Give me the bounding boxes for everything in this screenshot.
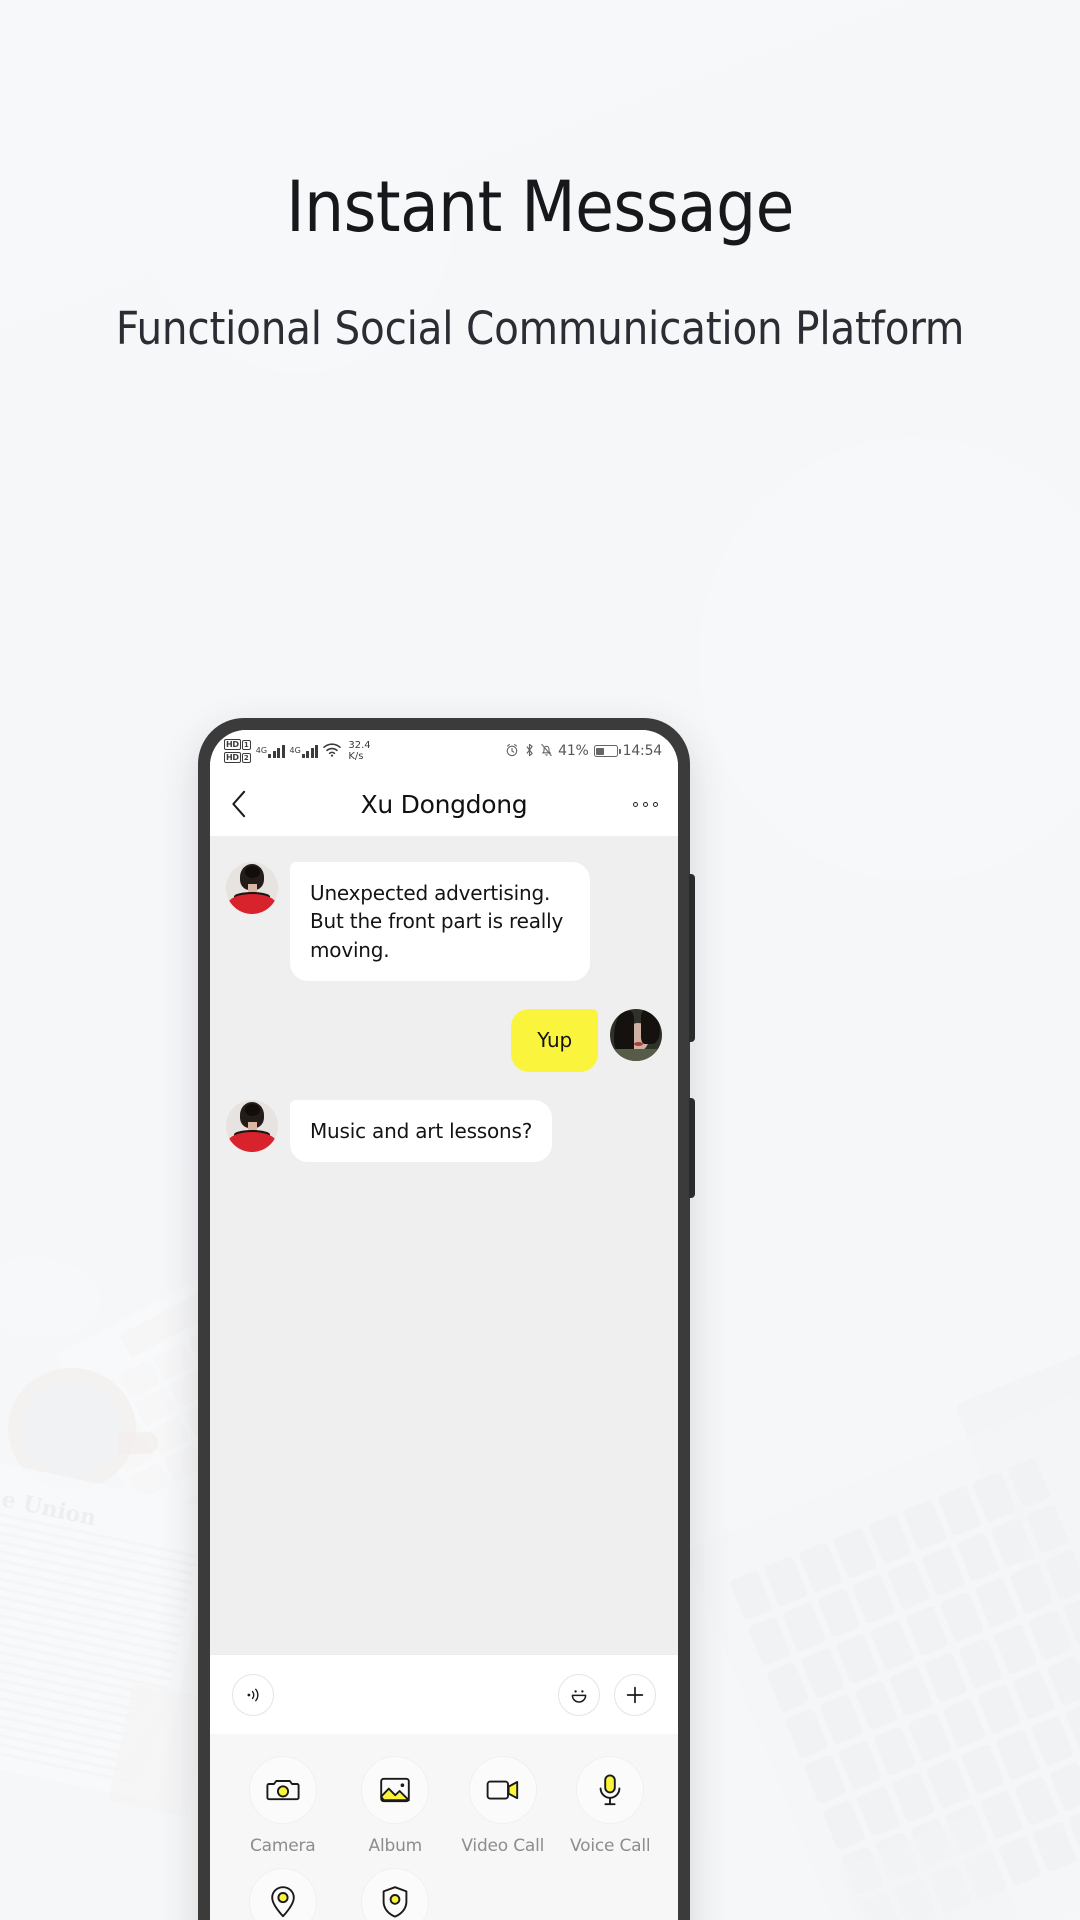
attachment-label: Album: [368, 1836, 423, 1856]
attachment-video-call[interactable]: Video Call: [449, 1756, 556, 1856]
clock-time: 14:54: [622, 743, 663, 759]
network-type-1: 4G: [255, 746, 268, 755]
message-row-incoming: Unexpected advertising. But the front pa…: [226, 862, 662, 982]
attachment-label: Video Call: [461, 1836, 545, 1856]
shield-icon: [361, 1868, 430, 1920]
bell-muted-icon: [540, 742, 553, 761]
data-rate: 32.4 K/s: [348, 740, 370, 762]
message-list[interactable]: Unexpected advertising. But the front pa…: [210, 836, 678, 1654]
user-avatar[interactable]: [610, 1009, 662, 1062]
page-subtitle: Functional Social Communication Platform: [115, 301, 965, 355]
sim-number-1: 1: [241, 739, 251, 750]
data-rate-unit: K/s: [348, 751, 364, 762]
signal-bars-1: [268, 744, 285, 758]
album-icon: [361, 1756, 430, 1824]
power-button[interactable]: [689, 1098, 695, 1198]
message-input-bar: [210, 1654, 678, 1734]
plus-icon[interactable]: [614, 1673, 656, 1716]
attachment-camera[interactable]: Camera: [224, 1756, 342, 1856]
message-row-outgoing: Yup: [226, 1009, 662, 1072]
attachment-album[interactable]: Album: [342, 1756, 449, 1856]
alarm-clock-icon: [505, 742, 519, 761]
voice-call-icon: [576, 1756, 645, 1824]
contact-avatar[interactable]: [226, 1099, 278, 1152]
message-row-incoming: Music and art lessons?: [226, 1099, 662, 1162]
hero-section: Instant Message Functional Social Commun…: [0, 166, 1080, 358]
camera-icon: [248, 1756, 317, 1824]
hd-volte-indicators: HD 1 HD 2: [224, 739, 251, 763]
message-bubble-outgoing[interactable]: Yup: [511, 1009, 598, 1072]
video-call-icon: [468, 1756, 537, 1824]
signal-bars-2: [301, 744, 319, 758]
data-rate-value: 32.4: [348, 740, 371, 751]
chat-header: Xu Dongdong: [210, 772, 678, 836]
back-button[interactable]: [230, 789, 247, 819]
voice-wave-icon[interactable]: [232, 1673, 274, 1716]
message-bubble-incoming[interactable]: Music and art lessons?: [290, 1099, 553, 1162]
page-title: Instant Message: [286, 166, 794, 248]
volume-button[interactable]: [689, 874, 695, 1042]
chat-contact-name: Xu Dongdong: [360, 789, 528, 819]
wifi-icon: [323, 742, 342, 761]
signal-group-1: 4G: [256, 744, 285, 758]
attachment-label: Camera: [250, 1836, 316, 1856]
signal-group-2: 4G: [290, 744, 319, 758]
sim-number-2: 2: [241, 752, 251, 763]
status-bar: HD 1 HD 2 4G 4G 32.4 K/s 41% 14:54: [210, 730, 678, 772]
smiley-face-icon[interactable]: [558, 1673, 600, 1716]
attachment-panel: Camera Album Video Call Voice Call: [210, 1734, 678, 1920]
attachment-send-location[interactable]: Send Location: [224, 1868, 342, 1920]
phone-screen: HD 1 HD 2 4G 4G 32.4 K/s 41% 14:54 Xu Do…: [210, 730, 678, 1920]
message-bubble-incoming[interactable]: Unexpected advertising. But the front pa…: [290, 862, 590, 982]
hd-badge-sim2: HD: [224, 752, 241, 763]
contact-avatar[interactable]: [226, 862, 278, 914]
network-type-2: 4G: [289, 746, 301, 755]
hd-badge-sim1: HD: [224, 739, 241, 750]
phone-mockup: HD 1 HD 2 4G 4G 32.4 K/s 41% 14:54 Xu Do…: [198, 718, 695, 1920]
location-pin-icon: [248, 1868, 317, 1920]
bluetooth-icon: [524, 742, 535, 761]
more-horizontal-icon[interactable]: [633, 801, 658, 807]
attachment-label: Voice Call: [570, 1836, 651, 1856]
attachment-voice-call[interactable]: Voice Call: [557, 1756, 665, 1856]
battery-percent: 41%: [558, 743, 589, 759]
attachment-safeguard[interactable]: Safeguard: [342, 1868, 449, 1920]
battery-icon: [593, 745, 621, 757]
